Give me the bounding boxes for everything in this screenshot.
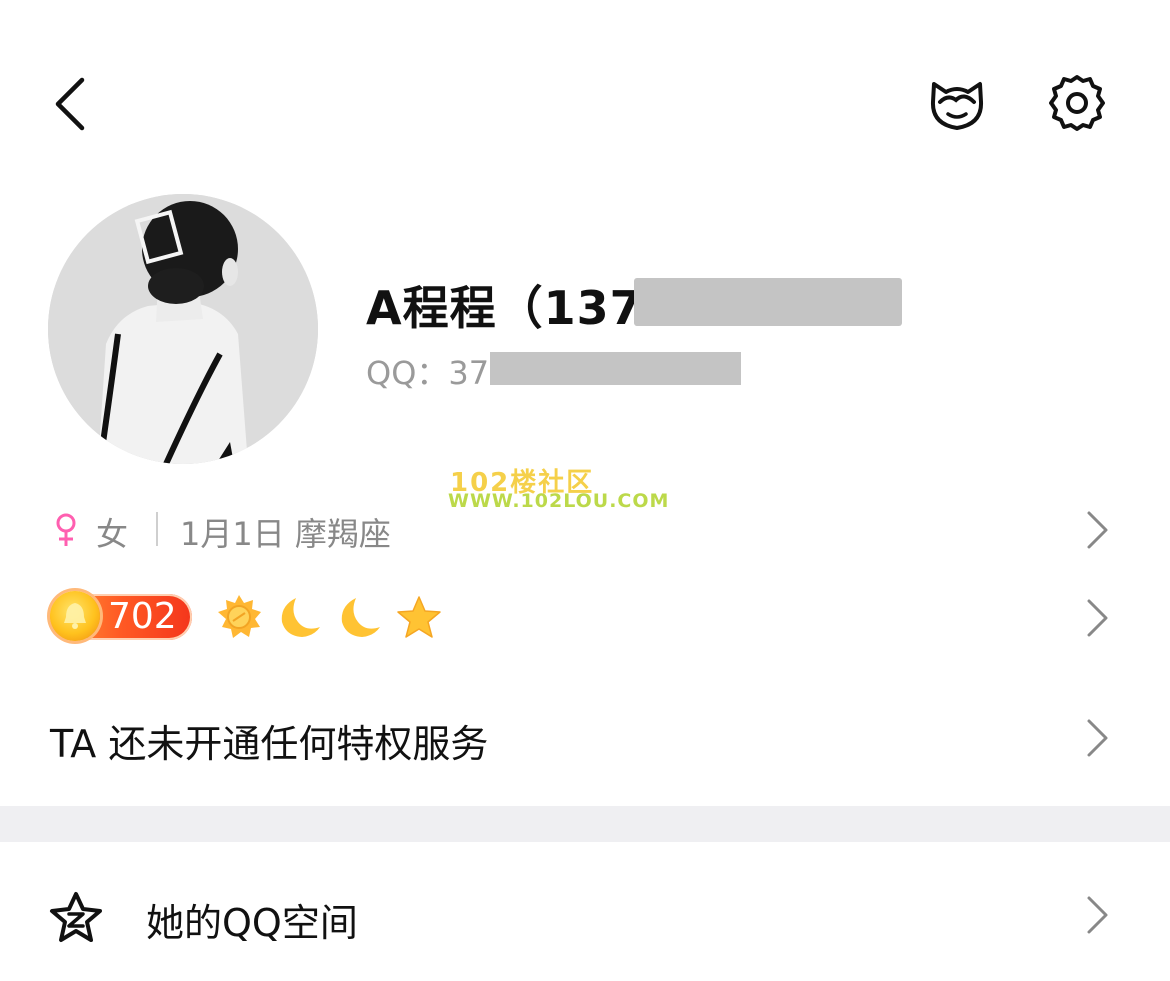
profile-name: A程程（137 <box>366 281 643 335</box>
level-number: 702 <box>108 596 177 637</box>
star-icon <box>396 594 442 640</box>
chevron-right-icon <box>1084 598 1110 638</box>
divider <box>156 512 158 546</box>
chevron-right-icon <box>1084 718 1110 758</box>
qzone-label: 她的QQ空间 <box>146 901 358 945</box>
moon-icon <box>276 594 322 640</box>
birthday-zodiac: 1月1日 摩羯座 <box>180 515 391 553</box>
back-arrow-icon[interactable] <box>48 74 92 134</box>
section-divider <box>0 806 1170 842</box>
chevron-right-icon <box>1084 510 1110 550</box>
level-bell-icon <box>50 591 100 641</box>
sun-icon <box>216 594 262 640</box>
mascot-icon[interactable] <box>926 72 988 134</box>
chevron-right-icon <box>1084 895 1110 935</box>
female-icon <box>52 512 80 548</box>
name-redaction <box>634 278 902 326</box>
qq-number: QQ：37 <box>366 354 490 392</box>
qq-redaction <box>490 352 741 385</box>
qzone-star-icon <box>48 890 104 946</box>
moon-icon <box>336 594 382 640</box>
gender-label: 女 <box>96 515 129 553</box>
basic-info-row[interactable] <box>0 498 1170 564</box>
avatar[interactable] <box>48 194 318 464</box>
privilege-text: TA 还未开通任何特权服务 <box>50 722 489 766</box>
gear-icon[interactable] <box>1046 72 1108 134</box>
